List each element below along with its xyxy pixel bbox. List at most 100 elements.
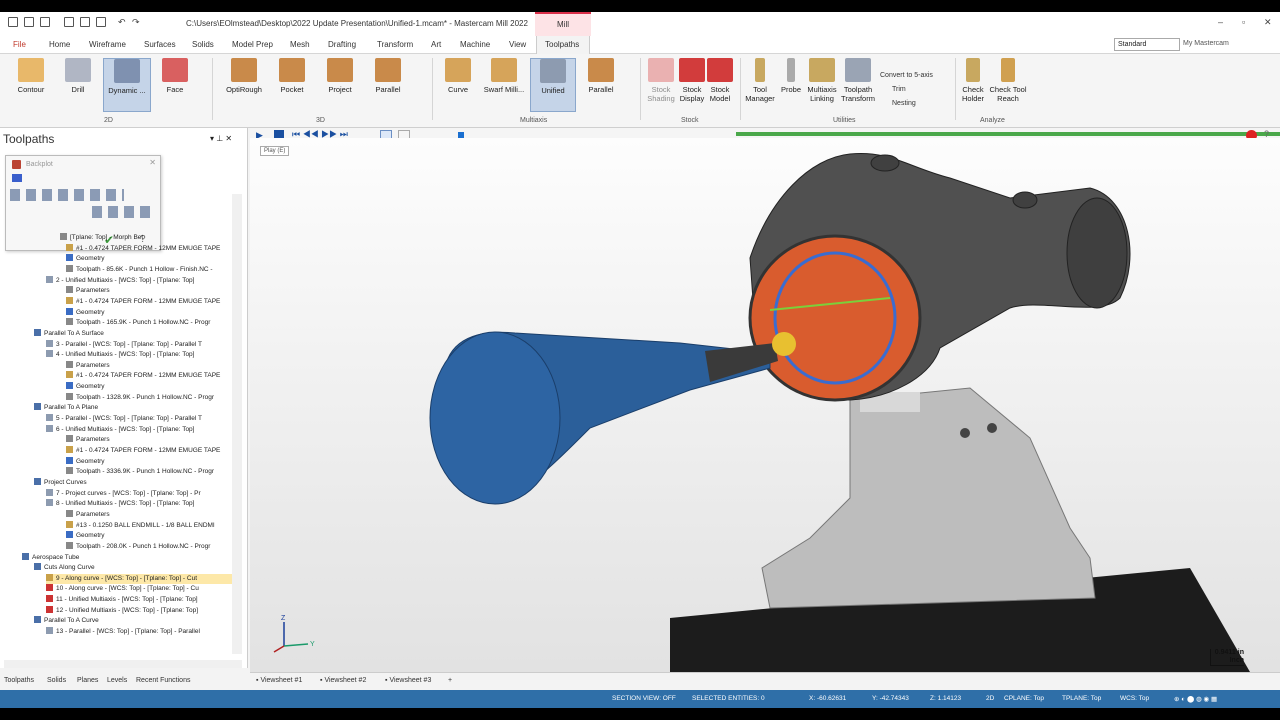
tree-item[interactable]: 5 - Parallel - [WCS: Top] - [Tplane: Top… [46, 414, 232, 424]
vertical-scrollbar[interactable] [232, 194, 242, 654]
tree-item[interactable]: Parameters [66, 286, 232, 296]
tab-machine[interactable]: Machine [460, 40, 490, 49]
tree-item[interactable]: Geometry [66, 382, 232, 392]
tplane-status[interactable]: TPLANE: Top [1062, 695, 1101, 702]
parallel-multiaxis-button[interactable]: Parallel [585, 58, 617, 112]
tree-item[interactable]: Parallel To A Surface [34, 328, 232, 339]
add-viewsheet-button[interactable]: + [448, 677, 452, 684]
tab-wireframe[interactable]: Wireframe [89, 40, 126, 49]
tree-item[interactable]: 2 - Unified Multiaxis - [WCS: Top] - [Tp… [46, 275, 232, 286]
viewsheet-tab-1[interactable]: ▪ Viewsheet #1 [256, 677, 302, 684]
tab-toolpaths[interactable]: Toolpaths [545, 40, 579, 49]
tree-item[interactable]: [Tplane: Top] - Morph Bet [60, 233, 232, 243]
parallel-3d-button[interactable]: Parallel [371, 58, 405, 112]
maximize-icon[interactable]: ▫ [1242, 17, 1245, 27]
tab-surfaces[interactable]: Surfaces [144, 40, 176, 49]
tree-item[interactable]: Geometry [66, 307, 232, 318]
trim-button[interactable]: Trim [892, 86, 906, 93]
tab-solids[interactable]: Solids [192, 40, 214, 49]
convert-to-5-axis-button[interactable]: Convert to 5-axis [880, 72, 933, 79]
multiaxis-linking-button[interactable]: Multiaxis Linking [806, 58, 838, 112]
tree-item[interactable]: #1 - 0.4724 TAPER FORM - 12MM EMUGE TAPE [66, 296, 232, 307]
nesting-button[interactable]: Nesting [892, 100, 916, 107]
tab-recent-functions[interactable]: Recent Functions [136, 677, 190, 684]
tree-item[interactable]: #1 - 0.4724 TAPER FORM - 12MM EMUGE TAPE [66, 446, 232, 456]
drill-button[interactable]: Drill [62, 58, 94, 112]
section-view-status[interactable]: SECTION VIEW: OFF [612, 695, 676, 702]
tab-mesh[interactable]: Mesh [290, 40, 310, 49]
swarf-milling-button[interactable]: Swarf Milli... [482, 58, 526, 112]
project-button[interactable]: Project [323, 58, 357, 112]
tab-transform[interactable]: Transform [377, 40, 413, 49]
tree-item[interactable]: 10 - Along curve - [WCS: Top] - [Tplane:… [46, 584, 232, 594]
tree-item[interactable]: 4 - Unified Multiaxis - [WCS: Top] - [Tp… [46, 350, 232, 360]
dimension-mode[interactable]: 2D [986, 695, 994, 702]
stock-model-button[interactable]: Stock Model [706, 58, 734, 112]
tab-file[interactable]: File [13, 40, 26, 49]
toolpath-transform-button[interactable]: Toolpath Transform [840, 58, 876, 112]
new-file-icon[interactable] [8, 17, 18, 27]
wcs-status[interactable]: WCS: Top [1120, 695, 1149, 702]
tab-view[interactable]: View [509, 40, 526, 49]
curve-button[interactable]: Curve [442, 58, 474, 112]
stock-display-button[interactable]: Stock Display [678, 58, 706, 112]
backplot-toolbar[interactable] [10, 189, 124, 201]
tree-item[interactable]: Parameters [66, 509, 232, 520]
tree-item[interactable]: #1 - 0.4724 TAPER FORM - 12MM EMUGE TAPE [66, 371, 232, 381]
tree-item[interactable]: Parallel To A Curve [34, 616, 232, 626]
viewsheet-tab-3[interactable]: ▪ Viewsheet #3 [385, 677, 431, 684]
tree-item[interactable]: Project Curves [34, 477, 232, 488]
expand-icon[interactable] [12, 174, 22, 182]
tab-model-prep[interactable]: Model Prep [232, 40, 273, 49]
tree-item[interactable]: 7 - Project curves - [WCS: Top] - [Tplan… [46, 488, 232, 499]
configuration-select[interactable]: Standard [1114, 38, 1180, 51]
check-holder-button[interactable]: Check Holder [958, 58, 988, 112]
tree-item[interactable]: 9 - Along curve - [WCS: Top] - [Tplane: … [46, 573, 232, 584]
tree-item[interactable]: #13 - 0.1250 BALL ENDMILL - 1/8 BALL END… [66, 520, 232, 531]
tree-item[interactable]: Toolpath - 1328.9K - Punch 1 Hollow.NC -… [66, 392, 232, 403]
close-icon[interactable]: ✕ [1264, 17, 1272, 28]
tree-item[interactable]: Toolpath - 165.9K - Punch 1 Hollow.NC - … [66, 318, 232, 328]
check-tool-reach-button[interactable]: Check Tool Reach [988, 58, 1028, 112]
tree-item[interactable]: Toolpath - 3336.9K - Punch 1 Hollow.NC -… [66, 467, 232, 477]
viewsheet-tab-2[interactable]: ▪ Viewsheet #2 [320, 677, 366, 684]
tree-item[interactable]: 13 - Parallel - [WCS: Top] - [Tplane: To… [46, 627, 232, 637]
dynamic-button[interactable]: Dynamic ... [103, 58, 151, 112]
tab-planes-manager[interactable]: Planes [77, 677, 98, 684]
tree-item[interactable]: 12 - Unified Multiaxis - [WCS: Top] - [T… [46, 605, 232, 616]
tree-item[interactable]: #1 - 0.4724 TAPER FORM - 12MM EMUGE TAPE [66, 243, 232, 254]
optirough-button[interactable]: OptiRough [222, 58, 266, 112]
tree-item[interactable]: Aerospace Tube [22, 552, 232, 563]
save-as-icon[interactable] [80, 17, 90, 27]
graphics-viewport[interactable]: Z Y 0.9411 in Inch [250, 138, 1280, 672]
tree-item[interactable]: 8 - Unified Multiaxis - [WCS: Top] - [Tp… [46, 499, 232, 509]
tree-item[interactable]: Geometry [66, 254, 232, 264]
backplot-progress-bar[interactable] [736, 132, 1280, 136]
tree-item[interactable]: Toolpath - 85.6K - Punch 1 Hollow - Fini… [66, 264, 232, 275]
tree-item[interactable]: Parallel To A Plane [34, 403, 232, 413]
contour-button[interactable]: Contour [12, 58, 50, 112]
pin-icon[interactable]: ▾ ⊥ ✕ [210, 134, 232, 143]
tree-item[interactable]: Parameters [66, 360, 232, 371]
tree-item[interactable]: 11 - Unified Multiaxis - [WCS: Top] - [T… [46, 595, 232, 605]
close-icon[interactable]: ✕ [149, 158, 156, 167]
tree-item[interactable]: Parameters [66, 435, 232, 445]
tree-item[interactable]: Geometry [66, 531, 232, 541]
pocket-button[interactable]: Pocket [276, 58, 308, 112]
minimize-icon[interactable]: – [1218, 17, 1223, 27]
tab-drafting[interactable]: Drafting [328, 40, 356, 49]
tree-item[interactable]: Toolpath - 208.0K - Punch 1 Hollow.NC - … [66, 541, 232, 552]
tree-item[interactable]: 3 - Parallel - [WCS: Top] - [Tplane: Top… [46, 339, 232, 350]
tab-solids-manager[interactable]: Solids [47, 677, 66, 684]
probe-button[interactable]: Probe [778, 58, 804, 112]
tab-levels-manager[interactable]: Levels [107, 677, 127, 684]
tree-item[interactable]: 6 - Unified Multiaxis - [WCS: Top] - [Tp… [46, 424, 232, 435]
tool-manager-button[interactable]: Tool Manager [745, 58, 775, 112]
view-icons[interactable]: ⊕ ◐ ⬤ ◍ ◉ ▦ [1174, 695, 1217, 703]
print-icon[interactable] [64, 17, 74, 27]
cplane-status[interactable]: CPLANE: Top [1004, 695, 1044, 702]
tree-item[interactable]: Geometry [66, 456, 232, 467]
horizontal-scrollbar[interactable] [4, 660, 242, 668]
backplot-options[interactable] [92, 206, 156, 218]
tab-art[interactable]: Art [431, 40, 441, 49]
